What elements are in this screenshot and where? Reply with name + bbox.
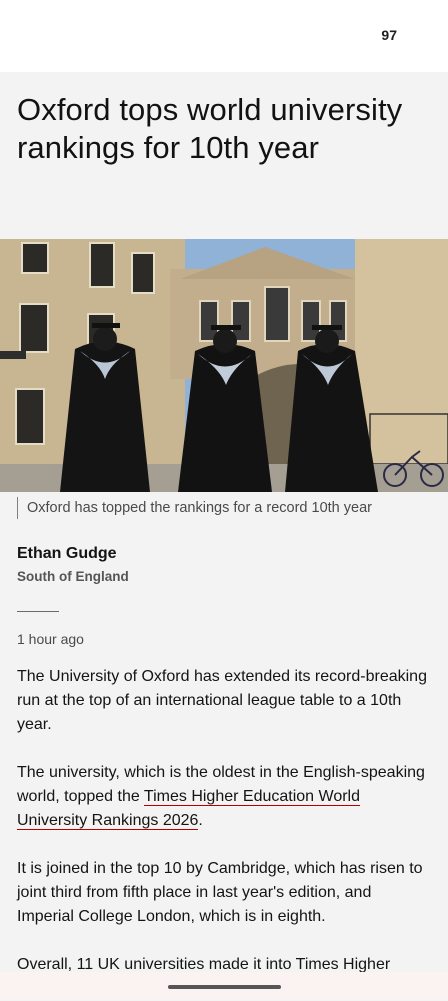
- article-body: The University of Oxford has extended it…: [17, 665, 432, 1001]
- author-name[interactable]: Ethan Gudge: [17, 545, 117, 563]
- hero-image: [0, 239, 448, 492]
- home-gesture-handle[interactable]: [168, 985, 281, 989]
- status-bar: 97: [0, 0, 448, 72]
- paragraph-1: The University of Oxford has extended it…: [17, 668, 427, 733]
- paragraph-2-end: .: [198, 812, 203, 829]
- author-region: South of England: [17, 569, 129, 584]
- image-caption: Oxford has topped the rankings for a rec…: [17, 497, 437, 519]
- battery-level: 97: [381, 27, 397, 43]
- article-headline: Oxford tops world university rankings fo…: [17, 92, 403, 165]
- paragraph-3: It is joined in the top 10 by Cambridge,…: [17, 860, 423, 925]
- byline-divider: [17, 611, 59, 612]
- article-timestamp: 1 hour ago: [17, 631, 84, 647]
- navigation-bar: [0, 972, 448, 1000]
- paragraph-2: The university, which is the oldest in t…: [17, 761, 432, 833]
